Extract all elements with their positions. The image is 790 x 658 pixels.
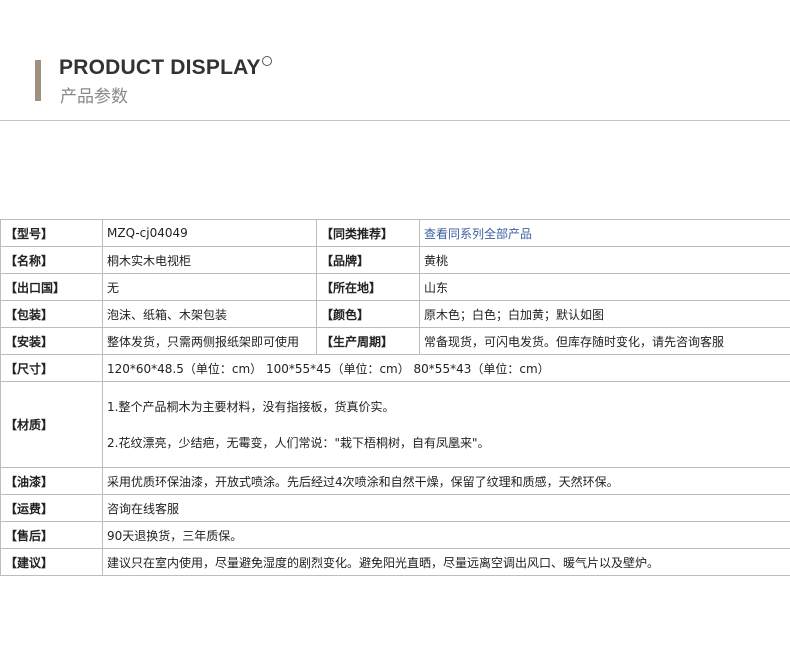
production-value: 常备现货，可闪电发货。但库存随时变化，请先咨询客服	[419, 327, 790, 355]
location-label: 【所在地】	[316, 273, 420, 301]
advice-label: 【建议】	[0, 548, 103, 576]
paint-label: 【油漆】	[0, 467, 103, 495]
name-value: 桐木实木电视柜	[102, 246, 317, 274]
accent-bar	[35, 60, 41, 101]
product-spec-table: 【型号】 MZQ-cj04049 【同类推荐】 查看同系列全部产品 【名称】 桐…	[0, 219, 790, 576]
name-label: 【名称】	[0, 246, 103, 274]
export-label: 【出口国】	[0, 273, 103, 301]
section-title-chinese: 产品参数	[60, 87, 128, 107]
material-line: 1.整个产品桐木为主要材料，没有指接板，货真价实。	[107, 400, 395, 414]
install-label: 【安装】	[0, 327, 103, 355]
table-row: 【油漆】 采用优质环保油漆，开放式喷涂。先后经过4次喷涂和自然干燥，保留了纹理和…	[0, 467, 790, 495]
material-label: 【材质】	[0, 381, 103, 468]
shipping-value: 咨询在线客服	[102, 494, 790, 522]
brand-label: 【品牌】	[316, 246, 420, 274]
table-row: 【安装】 整体发货，只需两侧报纸架即可使用 【生产周期】 常备现货，可闪电发货。…	[0, 327, 790, 355]
table-row: 【名称】 桐木实木电视柜 【品牌】 黄桃	[0, 246, 790, 274]
table-row: 【型号】 MZQ-cj04049 【同类推荐】 查看同系列全部产品	[0, 219, 790, 247]
section-title-english: PRODUCT DISPLAY	[59, 56, 261, 79]
material-line: 2.花纹漂亮，少结疤，无霉变，人们常说："栽下梧桐树，自有凤凰来"。	[107, 436, 490, 450]
table-row: 【材质】 1.整个产品桐木为主要材料，没有指接板，货真价实。 2.花纹漂亮，少结…	[0, 381, 790, 468]
shipping-label: 【运费】	[0, 494, 103, 522]
install-value: 整体发货，只需两侧报纸架即可使用	[102, 327, 317, 355]
table-row: 【售后】 90天退换货，三年质保。	[0, 521, 790, 549]
section-header: PRODUCT DISPLAY 产品参数	[0, 0, 790, 121]
table-row: 【出口国】 无 【所在地】 山东	[0, 273, 790, 301]
model-value: MZQ-cj04049	[102, 219, 317, 247]
paint-value: 采用优质环保油漆，开放式喷涂。先后经过4次喷涂和自然干燥，保留了纹理和质感，天然…	[102, 467, 790, 495]
aftersale-label: 【售后】	[0, 521, 103, 549]
brand-value: 黄桃	[419, 246, 790, 274]
packing-label: 【包装】	[0, 300, 103, 328]
color-value: 原木色；白色；白加黄；默认如图	[419, 300, 790, 328]
header-divider	[0, 120, 790, 121]
material-value: 1.整个产品桐木为主要材料，没有指接板，货真价实。 2.花纹漂亮，少结疤，无霉变…	[102, 381, 790, 468]
model-label: 【型号】	[0, 219, 103, 247]
location-value: 山东	[419, 273, 790, 301]
export-value: 无	[102, 273, 317, 301]
table-row: 【运费】 咨询在线客服	[0, 494, 790, 522]
color-label: 【颜色】	[316, 300, 420, 328]
size-label: 【尺寸】	[0, 354, 103, 382]
size-value: 120*60*48.5（单位：cm） 100*55*45（单位：cm） 80*5…	[102, 354, 790, 382]
production-label: 【生产周期】	[316, 327, 420, 355]
aftersale-value: 90天退换货，三年质保。	[102, 521, 790, 549]
similar-label: 【同类推荐】	[316, 219, 420, 247]
table-row: 【包装】 泡沫、纸箱、木架包装 【颜色】 原木色；白色；白加黄；默认如图	[0, 300, 790, 328]
table-row: 【建议】 建议只在室内使用，尽量避免湿度的剧烈变化。避免阳光直晒，尽量远离空调出…	[0, 548, 790, 576]
view-series-link[interactable]: 查看同系列全部产品	[419, 219, 790, 247]
packing-value: 泡沫、纸箱、木架包装	[102, 300, 317, 328]
circle-icon	[262, 56, 272, 66]
table-row: 【尺寸】 120*60*48.5（单位：cm） 100*55*45（单位：cm）…	[0, 354, 790, 382]
advice-value: 建议只在室内使用，尽量避免湿度的剧烈变化。避免阳光直晒，尽量远离空调出风口、暖气…	[102, 548, 790, 576]
